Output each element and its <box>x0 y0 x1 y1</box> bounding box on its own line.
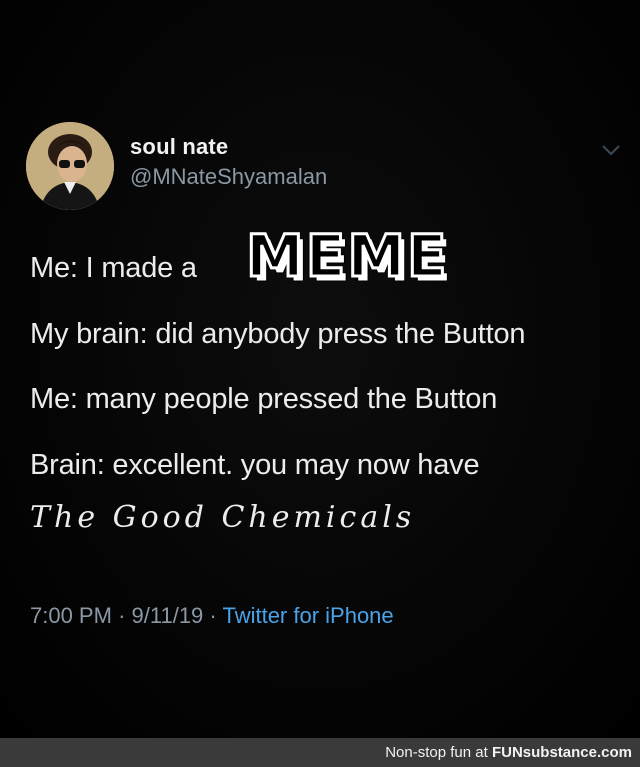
avatar[interactable] <box>26 122 114 210</box>
tweet-card: soul nate @MNateShyamalan Me: I made a M… <box>0 0 640 738</box>
tweet-line-3: Me: many people pressed the Button <box>30 383 498 415</box>
tweet-date[interactable]: 9/11/19 <box>132 603 204 628</box>
meme-word: MEME <box>246 222 449 284</box>
tweet-line-1: Me: I made a <box>30 252 197 284</box>
meta-separator-2: · <box>209 603 217 628</box>
meme-word-art: MEME MEME <box>245 222 453 284</box>
tweet-line-2: My brain: did anybody press the Button <box>30 318 526 350</box>
tweet-meta: 7:00 PM · 9/11/19 · Twitter for iPhone <box>30 603 394 629</box>
watermark-brand[interactable]: FUNsubstance.com <box>492 744 632 761</box>
watermark-prefix: Non-stop fun at <box>385 744 492 761</box>
tweet-time[interactable]: 7:00 PM <box>30 603 112 628</box>
author-handle[interactable]: @MNateShyamalan <box>130 164 327 190</box>
author-name[interactable]: soul nate <box>130 134 228 160</box>
watermark-footer: Non-stop fun at FUNsubstance.com <box>0 738 640 767</box>
good-chemicals-text: The Good Chemicals <box>30 500 416 535</box>
watermark-text: Non-stop fun at FUNsubstance.com <box>385 744 632 761</box>
tweet-source-link[interactable]: Twitter for iPhone <box>222 603 393 628</box>
chevron-down-icon[interactable] <box>600 142 622 158</box>
tweet-line-4: Brain: excellent. you may now have <box>30 449 480 481</box>
portrait-avatar-icon <box>26 122 114 210</box>
meta-separator-1: · <box>118 603 126 628</box>
